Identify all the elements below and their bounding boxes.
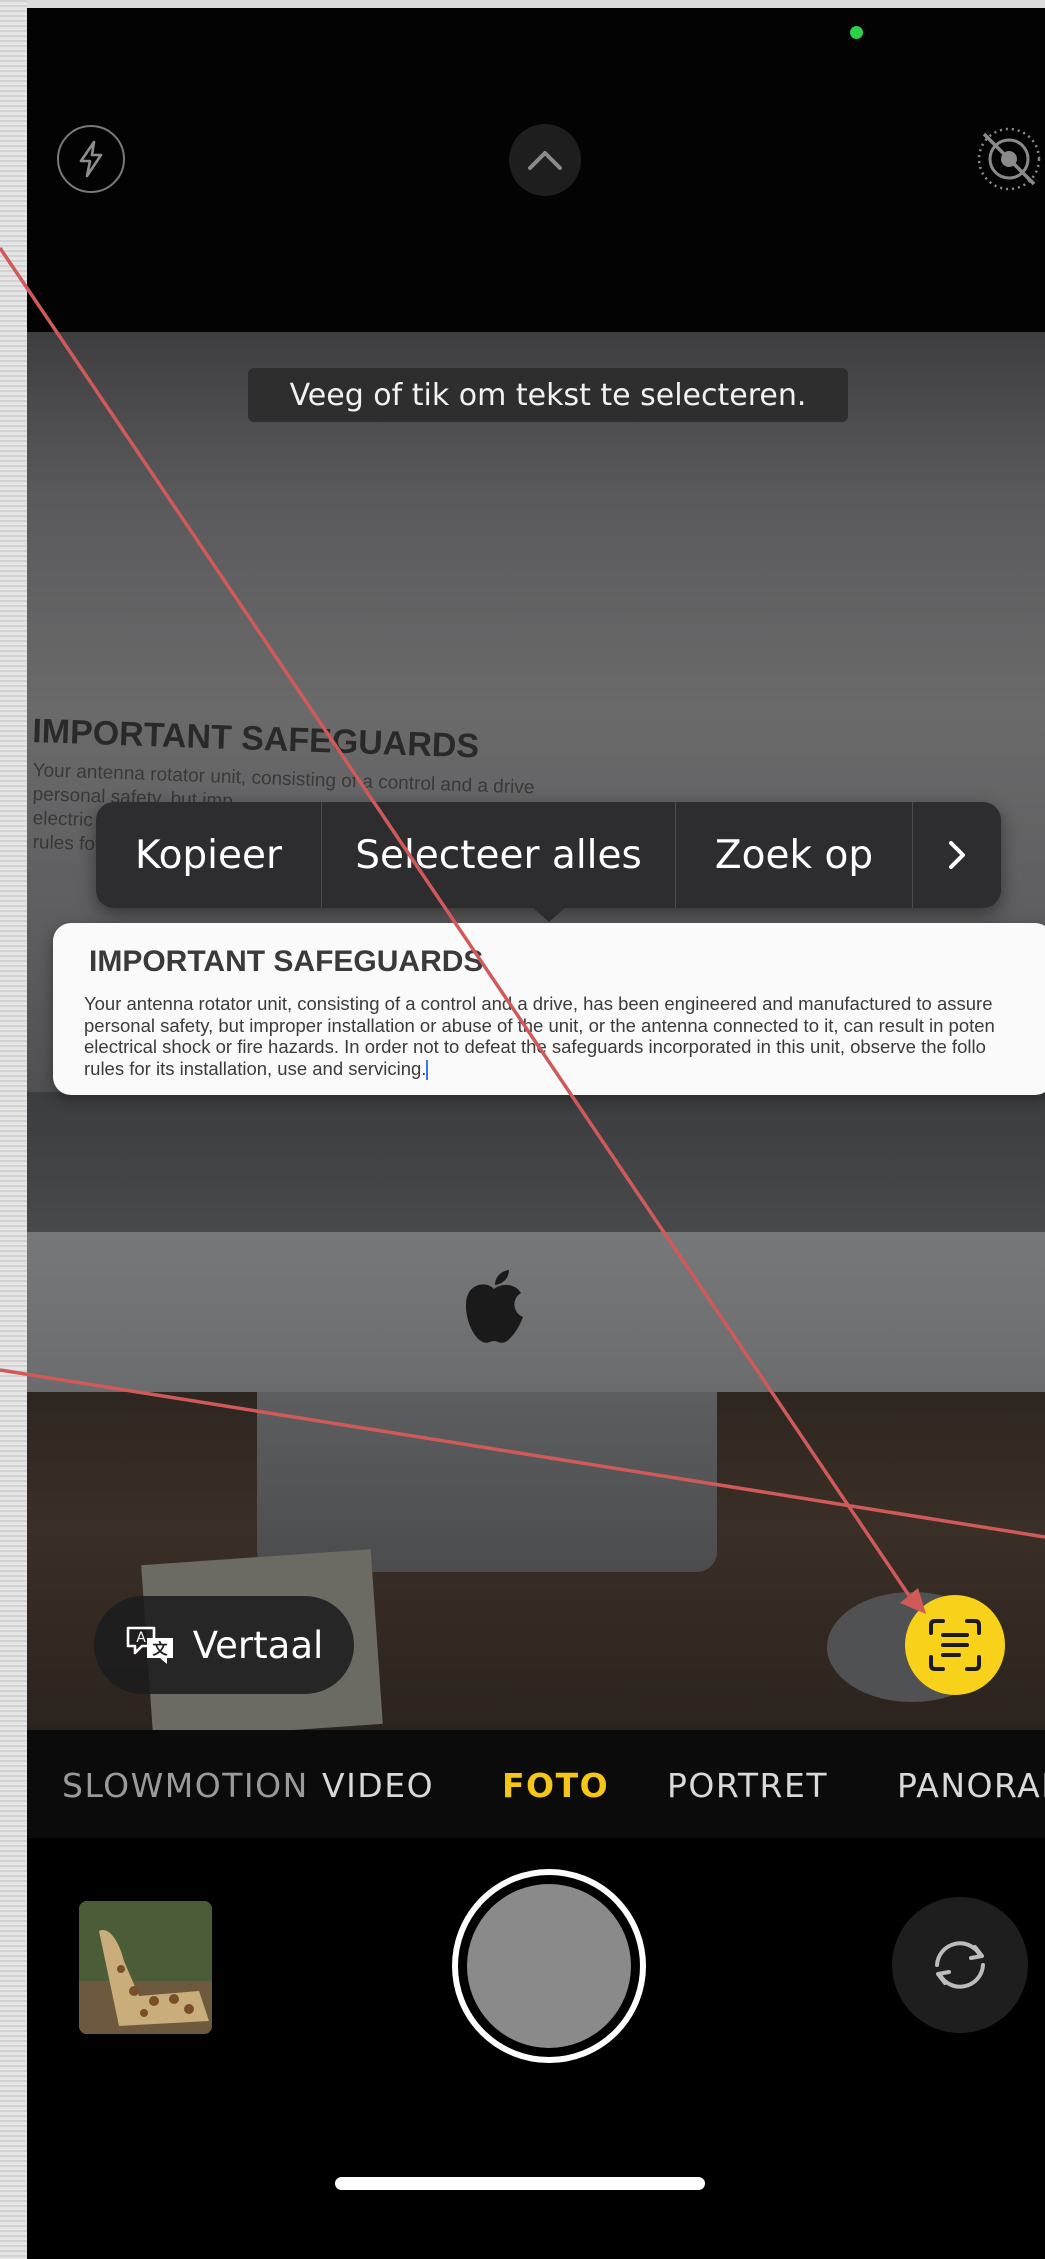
menu-pointer <box>531 906 567 922</box>
more-menu-button[interactable] <box>913 802 1001 908</box>
look-up-menu-item[interactable]: Zoek op <box>676 802 913 908</box>
text-context-menu: Kopieer Selecteer alles Zoek op <box>96 802 1001 908</box>
top-bar <box>27 8 1045 332</box>
monitor-chin <box>27 1232 1045 1392</box>
shutter-bar <box>27 1838 1045 2259</box>
mode-portret[interactable]: PORTRET <box>667 1766 828 1805</box>
camera-app: IMPORTANT SAFEGUARDS Your antenna rotato… <box>27 8 1045 2259</box>
monitor-bezel <box>27 1092 1045 1232</box>
flash-button[interactable] <box>57 125 125 193</box>
camera-flip-icon <box>935 1941 985 1989</box>
bolt-icon <box>79 140 103 178</box>
detected-text-body[interactable]: Your antenna rotator unit, consisting of… <box>84 993 1045 1080</box>
detected-text-line[interactable]: Your antenna rotator unit, consisting of… <box>84 993 1045 1015</box>
shutter-button[interactable] <box>452 1869 646 2063</box>
expand-controls-button[interactable] <box>509 124 581 196</box>
mode-foto[interactable]: FOTO <box>502 1766 609 1805</box>
live-text-icon <box>929 1619 981 1671</box>
flip-camera-button[interactable] <box>892 1897 1028 2033</box>
shutter-inner <box>467 1884 631 2048</box>
home-indicator[interactable] <box>335 2177 705 2190</box>
detected-text-line[interactable]: electrical shock or fire hazards. In ord… <box>84 1036 1045 1058</box>
mode-panorama[interactable]: PANORAMA <box>897 1766 1045 1805</box>
detected-text-line[interactable]: personal safety, but improper installati… <box>84 1015 1045 1037</box>
live-text-button[interactable] <box>905 1595 1005 1695</box>
camera-mode-selector: SLOWMOTION VIDEO FOTO PORTRET PANORAMA <box>27 1730 1045 1838</box>
live-photo-button[interactable] <box>972 120 1045 198</box>
camera-in-use-indicator <box>850 26 863 39</box>
svg-text:文: 文 <box>152 1640 168 1658</box>
detected-text-title[interactable]: IMPORTANT SAFEGUARDS <box>89 945 483 979</box>
translate-icon: A 文 <box>126 1626 173 1664</box>
hint-banner: Veeg of tik om tekst te selecteren. <box>248 368 848 422</box>
select-all-menu-item[interactable]: Selecteer alles <box>322 802 676 908</box>
detected-text-line-end: rules for its installation, use and serv… <box>84 1057 427 1079</box>
chevron-up-icon <box>528 151 562 170</box>
mode-video[interactable]: VIDEO <box>322 1766 434 1805</box>
detected-text-line[interactable]: rules for its installation, use and serv… <box>84 1058 1045 1080</box>
live-photo-off-icon <box>977 127 1041 191</box>
detected-text-card[interactable]: IMPORTANT SAFEGUARDS Your antenna rotato… <box>53 923 1045 1095</box>
background-strip <box>0 0 27 2259</box>
giraffe-photo <box>79 1901 212 2034</box>
svg-text:A: A <box>136 1630 146 1646</box>
monitor-stand <box>257 1392 717 1572</box>
translate-button[interactable]: A 文 Vertaal <box>94 1596 354 1694</box>
copy-menu-item[interactable]: Kopieer <box>96 802 322 908</box>
apple-logo-icon <box>465 1270 523 1343</box>
document-line-background: electric <box>32 808 94 832</box>
translate-label: Vertaal <box>192 1623 324 1667</box>
chevron-right-icon <box>949 841 965 869</box>
camera-viewfinder[interactable]: IMPORTANT SAFEGUARDS Your antenna rotato… <box>27 332 1045 1730</box>
text-cursor <box>426 1059 429 1080</box>
last-photo-thumbnail[interactable] <box>79 1901 212 2034</box>
document-line-background: rules fo <box>32 832 96 856</box>
mode-slowmotion[interactable]: SLOWMOTION <box>62 1766 309 1805</box>
